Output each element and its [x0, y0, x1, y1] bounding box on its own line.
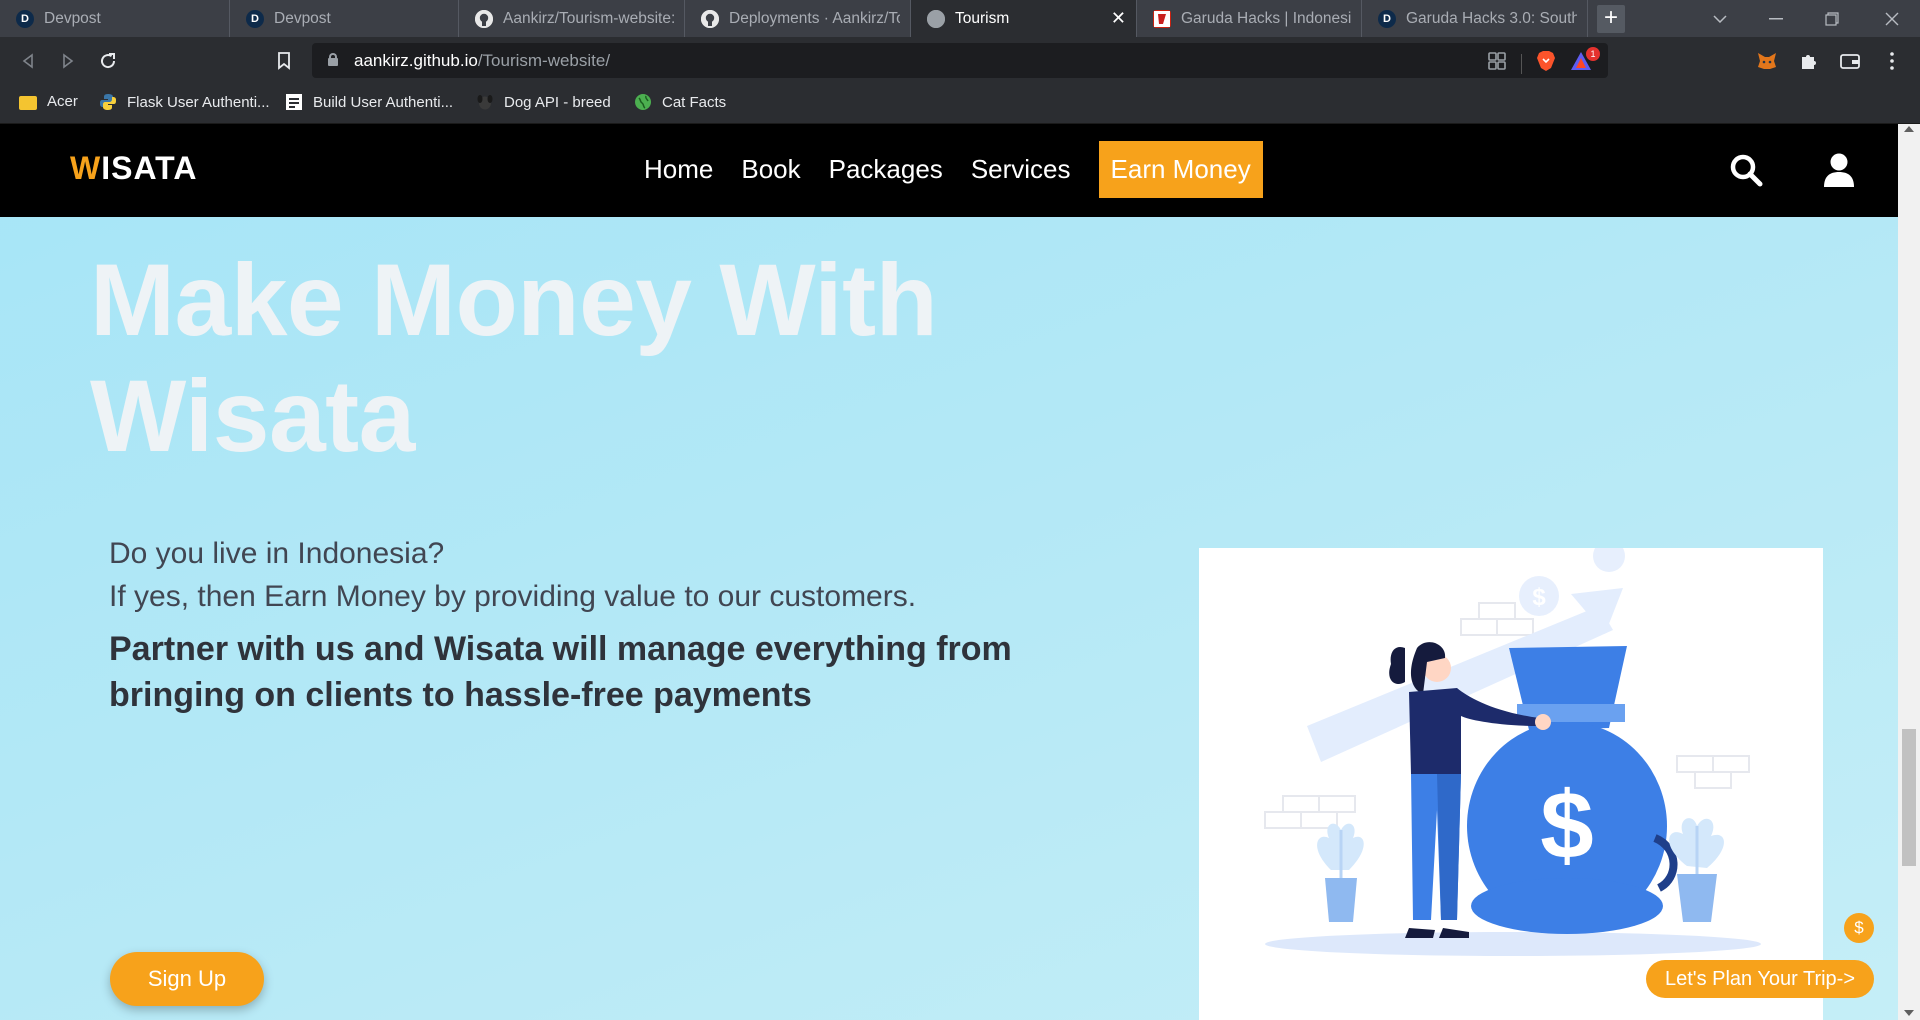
tab-strip: D Devpost D Devpost Aankirz/Tourism-webs… [0, 0, 1920, 37]
sign-up-button[interactable]: Sign Up [110, 952, 264, 1006]
divider [1521, 53, 1522, 74]
tab-github-deployments[interactable]: Deployments · Aankirz/Tou [685, 0, 911, 37]
logo-accent-letter: W [70, 150, 102, 186]
address-bar[interactable]: aankirz.github.io/Tourism-website/ 1 [312, 43, 1608, 78]
nav-book[interactable]: Book [741, 141, 800, 198]
tab-title: Deployments · Aankirz/Tou [729, 9, 900, 27]
tab-search-icon[interactable] [1692, 0, 1748, 37]
python-icon [99, 93, 117, 111]
bookmark-label: Cat Facts [662, 93, 727, 111]
url-path: /Tourism-website/ [477, 51, 611, 70]
nav-services[interactable]: Services [971, 141, 1071, 198]
bookmark-label: Flask User Authenti... [127, 93, 270, 111]
bookmark-icon[interactable] [270, 47, 298, 75]
url-host: aankirz.github.io [354, 51, 478, 70]
globe-icon [927, 9, 945, 28]
minimize-icon[interactable] [1748, 0, 1804, 37]
main-nav: Home Book Packages Services Earn Money [630, 141, 1277, 198]
globe-green-icon [634, 93, 652, 111]
bookmark-dog-api[interactable]: Dog API - breed [476, 93, 611, 111]
tab-title: Garuda Hacks | Indonesia's [1181, 9, 1351, 27]
metamask-icon[interactable] [1755, 49, 1779, 73]
reload-icon[interactable] [94, 47, 122, 75]
close-tab-icon[interactable]: ✕ [1103, 8, 1126, 29]
user-icon[interactable] [1823, 152, 1859, 188]
bookmarks-bar: Acer Flask User Authenti... Build User A… [0, 84, 1920, 124]
hero-partner-text: Partner with us and Wisata will manage e… [109, 626, 1089, 718]
bookmark-acer[interactable]: Acer [19, 93, 78, 110]
nav-earn-money[interactable]: Earn Money [1098, 141, 1263, 198]
tab-title: Tourism [955, 9, 1010, 27]
logo-rest: ISATA [101, 150, 198, 186]
scroll-down-icon[interactable] [1904, 1010, 1914, 1016]
nav-home[interactable]: Home [644, 141, 713, 198]
new-tab-button[interactable]: + [1597, 5, 1625, 33]
url-text[interactable]: aankirz.github.io/Tourism-website/ [354, 51, 610, 71]
hero-title: Make Money With Wisata [90, 242, 1190, 474]
qr-icon[interactable] [1487, 51, 1507, 76]
site-header: WISATA Home Book Packages Services Earn … [0, 124, 1898, 217]
rewards-badge: 1 [1586, 47, 1600, 61]
tab-github-repo[interactable]: Aankirz/Tourism-website: a [459, 0, 685, 37]
back-icon[interactable] [14, 47, 42, 75]
hero-title-line1: Make Money With [90, 243, 938, 357]
devpost-icon: D [1378, 9, 1396, 28]
restore-icon[interactable] [1804, 0, 1860, 37]
partner-line2: bringing on clients to hassle-free payme… [109, 676, 812, 714]
site-logo[interactable]: WISATA [70, 150, 197, 187]
hero-question: Do you live in Indonesia? If yes, then E… [109, 532, 916, 618]
scrollbar-thumb[interactable] [1902, 729, 1916, 866]
menu-icon[interactable] [1880, 49, 1904, 73]
tab-title: Garuda Hacks 3.0: Southea [1406, 9, 1577, 27]
partner-line1: Partner with us and Wisata will manage e… [109, 630, 1012, 668]
page-viewport: WISATA Home Book Packages Services Earn … [0, 124, 1920, 1020]
plan-trip-button[interactable]: Let's Plan Your Trip-> [1646, 960, 1874, 998]
github-icon [475, 9, 493, 28]
bookmark-label: Acer [47, 93, 78, 110]
github-icon [701, 9, 719, 28]
question-line1: Do you live in Indonesia? [109, 537, 445, 570]
bookmark-label: Dog API - breed [504, 93, 611, 111]
folder-icon [19, 95, 37, 110]
nav-packages[interactable]: Packages [829, 141, 943, 198]
tab-devpost-1[interactable]: D Devpost [0, 0, 230, 37]
tab-garuda-devpost[interactable]: D Garuda Hacks 3.0: Southea [1362, 0, 1588, 37]
browser-toolbar: aankirz.github.io/Tourism-website/ 1 [0, 37, 1920, 84]
dollar-icon[interactable]: $ [1844, 913, 1874, 943]
tab-devpost-2[interactable]: D Devpost [230, 0, 459, 37]
brave-shields-icon[interactable] [1536, 50, 1556, 77]
doc-icon [285, 93, 303, 111]
wallet-icon[interactable] [1838, 49, 1862, 73]
search-icon[interactable] [1728, 152, 1764, 188]
devpost-icon: D [246, 9, 264, 28]
address-bar-icons: 1 [1487, 47, 1600, 77]
page-scrollbar[interactable] [1898, 124, 1920, 1020]
lock-icon [328, 53, 338, 66]
tab-title: Devpost [44, 9, 101, 27]
bookmark-build-auth[interactable]: Build User Authenti... [285, 93, 453, 111]
bookmark-cat-facts[interactable]: Cat Facts [634, 93, 726, 111]
question-line2: If yes, then Earn Money by providing val… [109, 580, 917, 613]
tab-title: Aankirz/Tourism-website: a [503, 9, 674, 27]
scroll-up-icon[interactable] [1904, 126, 1914, 132]
garuda-icon [1153, 9, 1171, 28]
bag-dollar-symbol: $ [1540, 772, 1593, 879]
devpost-icon: D [16, 9, 34, 28]
dog-icon [476, 93, 494, 111]
tab-title: Devpost [274, 9, 331, 27]
tab-tourism[interactable]: Tourism ✕ [911, 0, 1137, 37]
tab-garuda-hacks[interactable]: Garuda Hacks | Indonesia's [1137, 0, 1362, 37]
extensions-icon[interactable] [1797, 49, 1821, 73]
bookmark-label: Build User Authenti... [313, 93, 454, 111]
bookmark-flask-auth[interactable]: Flask User Authenti... [99, 93, 270, 111]
hero-title-line2: Wisata [90, 359, 415, 473]
coin-symbol: $ [1532, 584, 1546, 611]
close-window-icon[interactable] [1864, 0, 1920, 37]
money-bag-illustration: $ $ [1199, 540, 1823, 1020]
brave-rewards-icon[interactable]: 1 [1570, 47, 1600, 77]
forward-icon[interactable] [54, 47, 82, 75]
